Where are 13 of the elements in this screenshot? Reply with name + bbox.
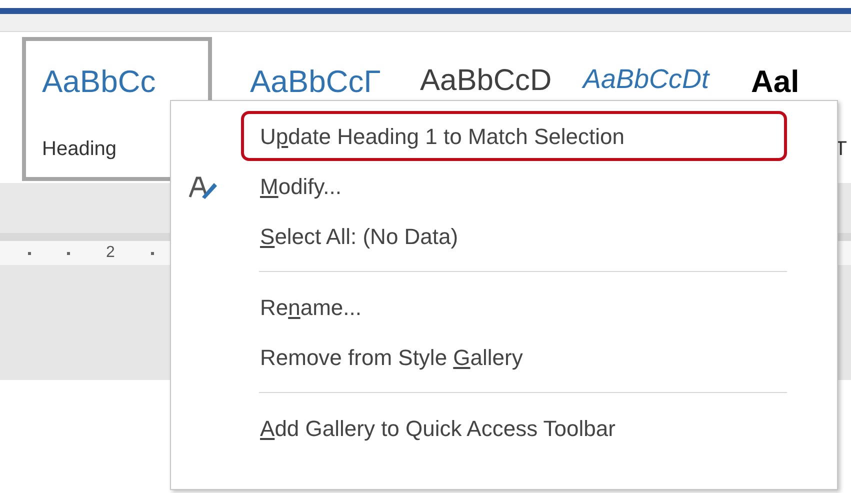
ruler-tick <box>150 252 154 254</box>
menu-item[interactable]: Select All: (No Data) <box>241 211 787 261</box>
menu-item[interactable]: Modify... <box>241 161 787 211</box>
style-label: Heading <box>42 137 117 162</box>
menu-item[interactable]: Rename... <box>241 282 787 332</box>
ruler-tick <box>28 252 31 254</box>
style-sample: Aal <box>751 63 800 100</box>
ruler-tick <box>67 252 70 254</box>
style-sample: AaBbCc <box>42 63 156 100</box>
ruler-number: 2 <box>106 243 115 263</box>
menu-item[interactable]: Remove from Style Gallery <box>241 332 787 382</box>
menu-item[interactable]: Add Gallery to Quick Access Toolbar <box>241 403 787 453</box>
menu-item[interactable]: Update Heading 1 to Match Selection <box>241 111 787 161</box>
